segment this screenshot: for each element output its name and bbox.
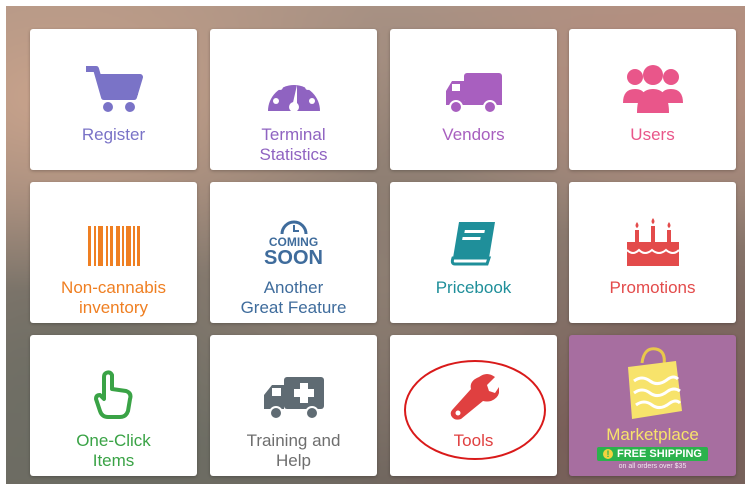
free-shipping-badge: ! FREE SHIPPING xyxy=(597,447,708,461)
gauge-icon xyxy=(210,43,377,115)
users-label: Users xyxy=(630,125,675,144)
shopping-bag-icon xyxy=(569,341,736,421)
hand-pointer-icon xyxy=(30,349,197,421)
one-click-items-tile[interactable]: One-Click Items xyxy=(30,335,197,476)
non-cannabis-inventory-label: Non-cannabis inventory xyxy=(61,278,166,317)
training-and-help-tile[interactable]: Training and Help xyxy=(210,335,377,476)
cart-icon xyxy=(30,43,197,115)
vendors-label: Vendors xyxy=(442,125,505,144)
cake-icon xyxy=(569,196,736,268)
shipping-fine-print: on all orders over $35 xyxy=(618,463,687,470)
marketplace-label: Marketplace xyxy=(606,425,699,444)
tools-tile[interactable]: Tools xyxy=(390,335,557,476)
one-click-items-label: One-Click Items xyxy=(76,431,151,470)
book-icon xyxy=(390,196,557,268)
promotions-label: Promotions xyxy=(609,278,696,297)
marketplace-tile[interactable]: Marketplace ! FREE SHIPPING on all order… xyxy=(569,335,736,476)
coming-soon-icon: COMING SOON xyxy=(210,196,377,268)
soon-text: SOON xyxy=(264,247,323,269)
training-and-help-label: Training and Help xyxy=(246,431,341,470)
barcode-icon xyxy=(30,196,197,268)
register-tile[interactable]: Register xyxy=(30,29,197,170)
ambulance-icon xyxy=(210,349,377,421)
info-icon: ! xyxy=(603,449,614,459)
free-shipping-text: FREE SHIPPING xyxy=(617,448,702,460)
truck-icon xyxy=(390,43,557,115)
terminal-statistics-tile[interactable]: Terminal Statistics xyxy=(210,29,377,170)
another-great-feature-label: Another Great Feature xyxy=(240,278,347,317)
pricebook-tile[interactable]: Pricebook xyxy=(390,182,557,323)
promotions-tile[interactable]: Promotions xyxy=(569,182,736,323)
register-label: Register xyxy=(81,125,146,144)
pricebook-label: Pricebook xyxy=(435,278,512,297)
non-cannabis-inventory-tile[interactable]: Non-cannabis inventory xyxy=(30,182,197,323)
another-great-feature-tile[interactable]: COMING SOON Another Great Feature xyxy=(210,182,377,323)
terminal-statistics-label: Terminal Statistics xyxy=(259,125,328,164)
wrench-icon xyxy=(390,349,557,421)
users-icon xyxy=(569,43,736,115)
vendors-tile[interactable]: Vendors xyxy=(390,29,557,170)
tools-label: Tools xyxy=(453,431,494,450)
users-tile[interactable]: Users xyxy=(569,29,736,170)
